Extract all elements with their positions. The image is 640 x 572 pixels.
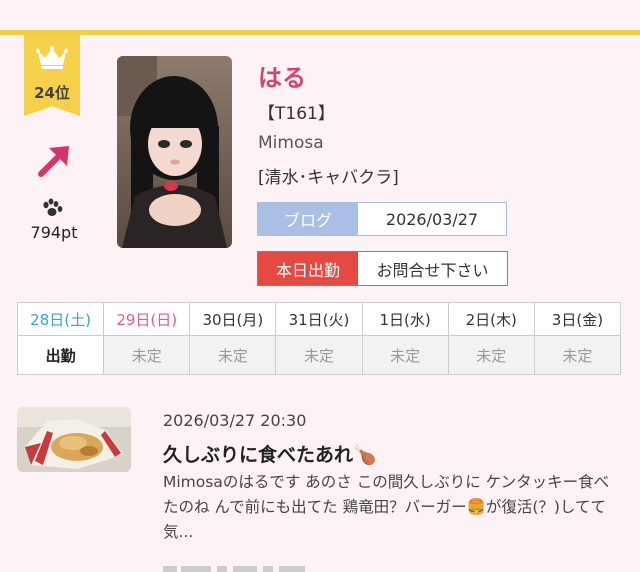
schedule-day: 1日(水) [361, 302, 449, 336]
profile-photo-image [117, 56, 232, 248]
top-accent-bar [0, 30, 640, 35]
schedule-status: 未定 [275, 335, 363, 375]
crown-icon [36, 45, 68, 69]
schedule-status: 出勤 [16, 335, 105, 375]
schedule-status: 未定 [103, 335, 191, 375]
shop-name[interactable]: Mimosa [258, 133, 324, 153]
cast-height: 【T161】 [258, 104, 335, 124]
today-work-label: 本日出勤 [258, 252, 358, 285]
post-excerpt: Mimosaのはるです あのさ この間久しぶりに ケンタッキー食べたのね んで前… [163, 473, 610, 541]
profile-photo[interactable] [117, 56, 232, 248]
next-post-peek [163, 566, 305, 572]
schedule-status: 未定 [533, 335, 622, 375]
blog-label: ブログ [258, 203, 358, 235]
area-genre: [清水･キャバクラ] [258, 168, 399, 188]
schedule-status: 未定 [189, 335, 277, 375]
schedule-day: 2日(木) [447, 302, 535, 336]
rank-badge: 24位 [24, 35, 80, 116]
paw-icon [43, 198, 63, 216]
blog-post-thumbnail[interactable] [17, 407, 131, 472]
points-value: 794pt [30, 223, 78, 242]
today-work-value: お問合せ下さい [376, 260, 489, 280]
schedule-day: 31日(火) [275, 302, 363, 336]
schedule-day: 29日(日) [103, 302, 191, 336]
schedule-day: 28日(土) [16, 302, 105, 336]
schedule-day: 3日(金) [533, 302, 622, 336]
cast-name[interactable]: はる [258, 58, 306, 93]
post-datetime: 2026/03/27 20:30 [163, 411, 307, 430]
rank-label: 24位 [34, 84, 70, 102]
arrow-up-right-icon [38, 146, 69, 177]
schedule-status-row: 出勤 未定 未定 未定 未定 未定 未定 [16, 335, 622, 375]
today-work-status: 本日出勤 お問合せ下さい [257, 251, 508, 286]
blog-link[interactable]: ブログ 2026/03/27 [257, 202, 507, 236]
schedule-day: 30日(月) [189, 302, 277, 336]
blog-post-thumbnail-image [17, 407, 131, 472]
post-title[interactable]: 久しぶりに食べたあれ🍗 [163, 440, 377, 467]
blog-date: 2026/03/27 [385, 209, 479, 229]
schedule-status: 未定 [447, 335, 535, 375]
weekly-schedule: 28日(土) 29日(日) 30日(月) 31日(火) 1日(水) 2日(木) … [16, 302, 622, 375]
schedule-days-row: 28日(土) 29日(日) 30日(月) 31日(火) 1日(水) 2日(木) … [16, 302, 622, 336]
schedule-status: 未定 [361, 335, 449, 375]
